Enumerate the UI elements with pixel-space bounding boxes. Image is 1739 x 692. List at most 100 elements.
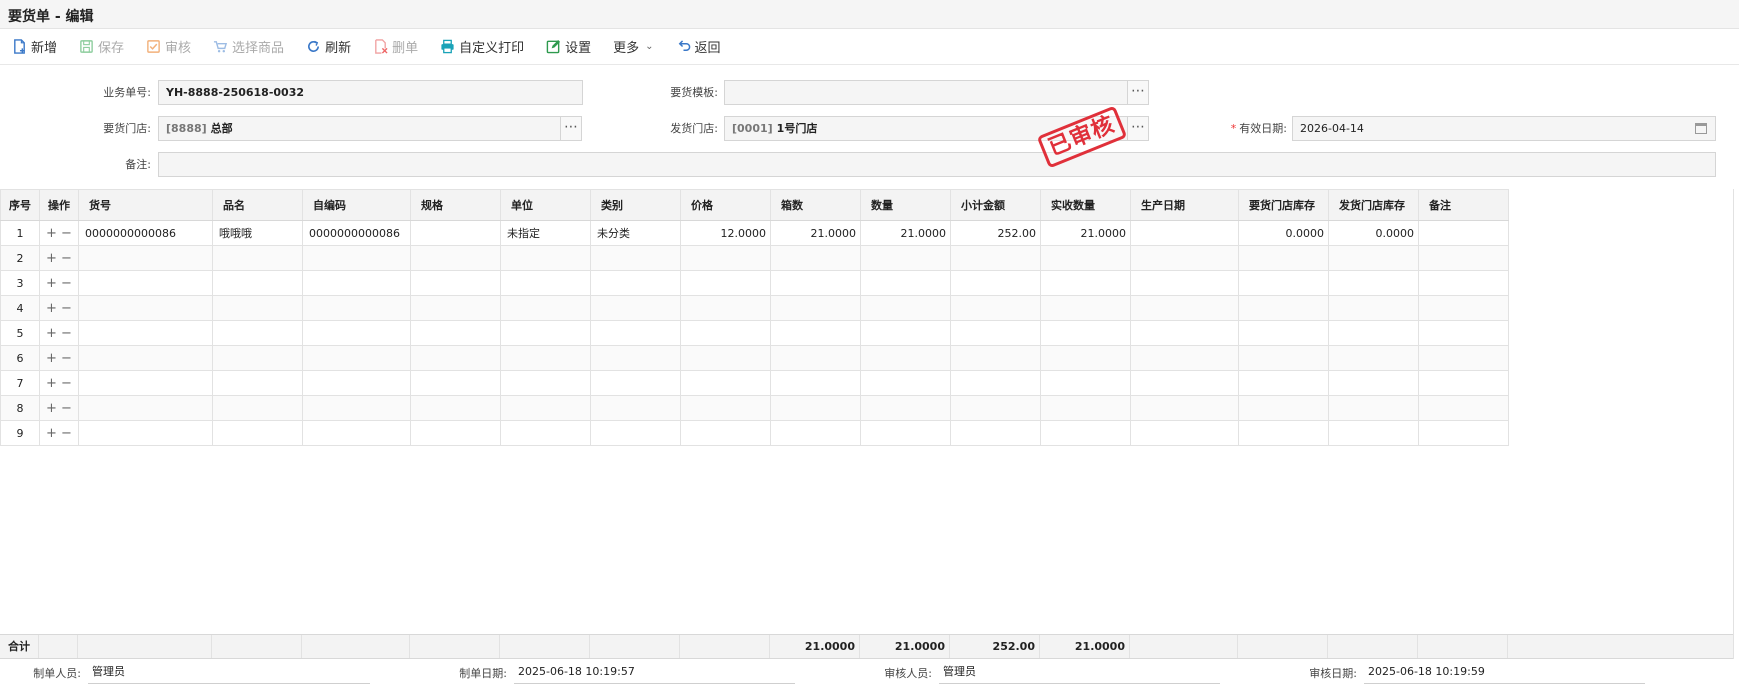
col-header[interactable]: 货号	[78, 189, 213, 221]
table-row[interactable]: 2 + −	[0, 245, 1509, 271]
table-cell[interactable]	[1328, 370, 1419, 396]
table-cell[interactable]	[78, 395, 213, 421]
table-cell[interactable]	[410, 395, 501, 421]
table-cell[interactable]	[770, 345, 861, 371]
table-cell[interactable]	[590, 295, 681, 321]
table-cell[interactable]	[680, 370, 771, 396]
table-cell[interactable]	[212, 245, 303, 271]
row-add-remove-buttons[interactable]: + −	[39, 270, 79, 296]
table-cell[interactable]	[1418, 270, 1509, 296]
table-cell[interactable]	[500, 345, 591, 371]
table-cell[interactable]	[1130, 295, 1239, 321]
row-add-remove-buttons[interactable]: + −	[39, 420, 79, 446]
table-cell[interactable]	[680, 245, 771, 271]
table-cell[interactable]	[410, 295, 501, 321]
table-cell[interactable]	[500, 370, 591, 396]
table-cell[interactable]	[1418, 220, 1509, 246]
table-cell[interactable]	[590, 420, 681, 446]
table-row[interactable]: 1 + −0000000000086 哦哦哦 0000000000086 未指定 未分类 1…	[0, 220, 1509, 246]
col-header[interactable]: 箱数	[770, 189, 861, 221]
table-cell[interactable]	[1328, 320, 1419, 346]
table-cell[interactable]	[1040, 270, 1131, 296]
table-cell[interactable]	[590, 395, 681, 421]
table-cell[interactable]	[212, 270, 303, 296]
table-cell[interactable]	[680, 270, 771, 296]
table-cell[interactable]	[1130, 345, 1239, 371]
table-cell[interactable]	[1130, 420, 1239, 446]
table-cell[interactable]	[1328, 395, 1419, 421]
row-add-remove-buttons[interactable]: + −	[39, 395, 79, 421]
order-no-field[interactable]: YH-8888-250618-0032	[158, 80, 583, 105]
col-header[interactable]: 规格	[410, 189, 501, 221]
table-cell[interactable]: 21.0000	[860, 220, 951, 246]
table-cell[interactable]	[590, 345, 681, 371]
request-store-field[interactable]: [8888] 总部	[158, 116, 561, 141]
table-cell[interactable]	[770, 420, 861, 446]
col-header[interactable]: 发货门店库存	[1328, 189, 1419, 221]
table-cell[interactable]	[1130, 370, 1239, 396]
table-row[interactable]: 7 + −	[0, 370, 1509, 396]
table-cell[interactable]	[680, 420, 771, 446]
table-cell[interactable]	[770, 395, 861, 421]
table-cell[interactable]	[410, 345, 501, 371]
table-cell[interactable]	[860, 370, 951, 396]
approve-button[interactable]: 审核	[146, 37, 191, 56]
table-cell[interactable]	[680, 295, 771, 321]
table-cell[interactable]	[410, 245, 501, 271]
col-header[interactable]: 自编码	[302, 189, 411, 221]
table-cell[interactable]	[212, 370, 303, 396]
back-button[interactable]: 返回	[676, 37, 721, 56]
table-cell[interactable]	[1328, 270, 1419, 296]
table-cell[interactable]	[500, 245, 591, 271]
table-cell[interactable]	[950, 420, 1041, 446]
table-cell[interactable]: 21.0000	[770, 220, 861, 246]
table-row[interactable]: 6 + −	[0, 345, 1509, 371]
table-cell[interactable]	[302, 345, 411, 371]
table-cell[interactable]	[1418, 395, 1509, 421]
table-cell[interactable]	[302, 370, 411, 396]
table-cell[interactable]	[500, 270, 591, 296]
table-cell[interactable]: 0.0000	[1238, 220, 1329, 246]
table-cell[interactable]	[1418, 320, 1509, 346]
row-add-remove-buttons[interactable]: + −	[39, 370, 79, 396]
table-cell[interactable]	[410, 220, 501, 246]
table-cell[interactable]	[410, 320, 501, 346]
table-cell[interactable]	[590, 245, 681, 271]
custom-print-button[interactable]: 自定义打印	[440, 37, 524, 56]
new-button[interactable]: 新增	[12, 37, 57, 56]
table-cell[interactable]	[1238, 420, 1329, 446]
table-cell[interactable]	[302, 395, 411, 421]
table-cell[interactable]	[1130, 220, 1239, 246]
table-cell[interactable]	[302, 245, 411, 271]
table-cell[interactable]	[1418, 370, 1509, 396]
col-header[interactable]: 类别	[590, 189, 681, 221]
table-cell[interactable]	[680, 345, 771, 371]
col-header[interactable]: 备注	[1418, 189, 1509, 221]
table-cell[interactable]	[860, 420, 951, 446]
table-cell[interactable]	[950, 245, 1041, 271]
ship-store-picker-button[interactable]: ⋯	[1127, 116, 1149, 141]
table-cell[interactable]: 21.0000	[1040, 220, 1131, 246]
table-cell[interactable]	[1238, 345, 1329, 371]
table-cell[interactable]	[1418, 345, 1509, 371]
table-cell[interactable]	[410, 420, 501, 446]
table-cell[interactable]	[770, 295, 861, 321]
calendar-icon[interactable]	[1695, 123, 1707, 134]
table-cell[interactable]	[302, 270, 411, 296]
select-goods-button[interactable]: 选择商品	[213, 37, 284, 56]
table-cell[interactable]	[590, 320, 681, 346]
table-cell[interactable]: 12.0000	[680, 220, 771, 246]
table-cell[interactable]	[860, 270, 951, 296]
table-cell[interactable]	[860, 395, 951, 421]
row-add-remove-buttons[interactable]: + −	[39, 320, 79, 346]
table-cell[interactable]	[1238, 370, 1329, 396]
row-add-remove-buttons[interactable]: + −	[39, 295, 79, 321]
table-cell[interactable]	[1238, 270, 1329, 296]
table-cell[interactable]	[212, 345, 303, 371]
template-field[interactable]	[724, 80, 1128, 105]
table-cell[interactable]	[590, 370, 681, 396]
row-add-remove-buttons[interactable]: + −	[39, 220, 79, 246]
table-cell[interactable]	[212, 420, 303, 446]
table-cell[interactable]	[212, 295, 303, 321]
table-cell[interactable]	[1238, 395, 1329, 421]
